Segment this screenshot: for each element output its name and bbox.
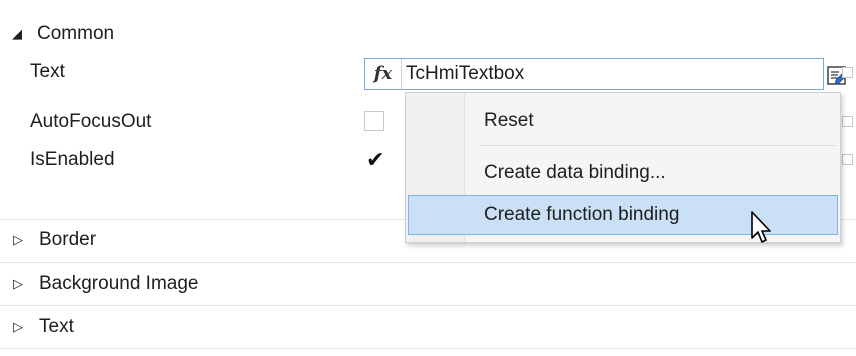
arrow-cursor-icon [750, 210, 776, 246]
menu-separator [480, 145, 836, 146]
section-label-common: Common [37, 23, 115, 44]
section-label-text: Text [39, 316, 74, 337]
property-marker-autofocusout[interactable] [842, 116, 853, 127]
menu-item-label: Create function binding [484, 204, 680, 225]
isenabled-checkbox[interactable]: ✔ [364, 147, 385, 172]
text-value: TcHmiTextbox [406, 63, 525, 84]
collapsed-arrow-icon[interactable]: ▷ [13, 272, 23, 296]
section-label-background-image: Background Image [39, 273, 199, 294]
checkmark-icon: ✔ [366, 147, 385, 172]
menu-item-reset[interactable]: Reset [408, 101, 838, 141]
collapsed-arrow-icon[interactable]: ▷ [13, 228, 23, 252]
property-label-isenabled: IsEnabled [30, 149, 115, 170]
menu-item-label: Create data binding... [484, 162, 666, 183]
property-label-autofocusout: AutoFocusOut [30, 111, 152, 132]
divider [0, 305, 856, 306]
divider [0, 348, 856, 349]
collapsed-arrow-icon[interactable]: ▷ [13, 315, 23, 339]
divider [0, 262, 856, 263]
menu-item-label: Reset [484, 110, 534, 131]
property-label-text: Text [30, 61, 65, 82]
fx-icon[interactable]: fx [365, 59, 402, 89]
menu-item-create-data-binding[interactable]: Create data binding... [408, 153, 838, 193]
property-marker-text[interactable] [842, 67, 853, 78]
property-marker-isenabled[interactable] [842, 154, 853, 165]
section-label-border: Border [39, 229, 97, 250]
expanded-arrow-icon[interactable]: ◢ [12, 22, 22, 46]
autofocusout-checkbox[interactable] [364, 111, 384, 131]
text-value-field[interactable]: fx TcHmiTextbox [364, 58, 852, 90]
